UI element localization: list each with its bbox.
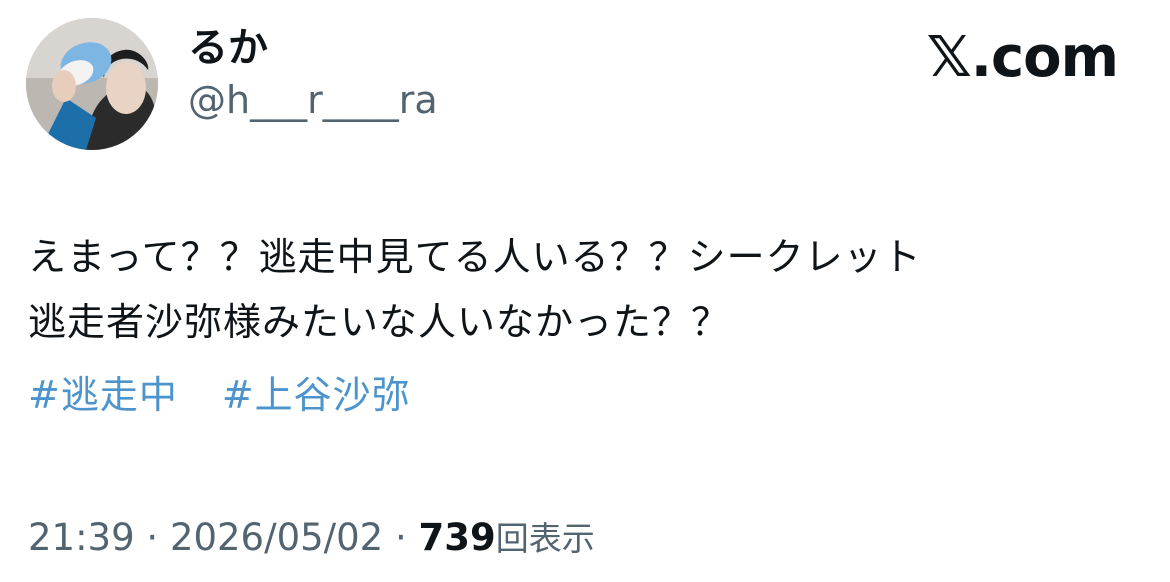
avatar[interactable] bbox=[26, 18, 158, 150]
tweet-text-line: 逃走者沙弥様みたいな人いなかった？？ bbox=[28, 300, 731, 345]
tweet-meta: 21:39 · 2026/05/02 · 739回表示 bbox=[28, 516, 595, 559]
views-label: 回表示 bbox=[495, 519, 595, 558]
hashtag-list: #逃走中 #上谷沙弥 bbox=[28, 373, 455, 419]
tweet-date[interactable]: 2026/05/02 bbox=[170, 516, 383, 559]
meta-separator: · bbox=[146, 516, 159, 559]
tweet-time[interactable]: 21:39 bbox=[28, 516, 135, 559]
meta-separator: · bbox=[394, 516, 407, 559]
author-display-name[interactable]: るか bbox=[188, 26, 268, 70]
tweet-text-line: えまって？？逃走中見てる人いる？？シークレット bbox=[28, 235, 922, 279]
views-count[interactable]: 739 bbox=[419, 516, 496, 559]
avatar-photo-icon bbox=[26, 18, 158, 150]
hashtag-link[interactable]: #逃走中 bbox=[28, 373, 178, 417]
hashtag-link[interactable]: #上谷沙弥 bbox=[222, 373, 411, 417]
author-handle[interactable]: @h___r____ra bbox=[188, 79, 438, 122]
tweet-text: えまって？？逃走中見てる人いる？？シークレット 逃走者沙弥様みたいな人いなかった… bbox=[28, 225, 1138, 356]
x-logo-icon: 𝕏.com bbox=[926, 25, 1119, 90]
